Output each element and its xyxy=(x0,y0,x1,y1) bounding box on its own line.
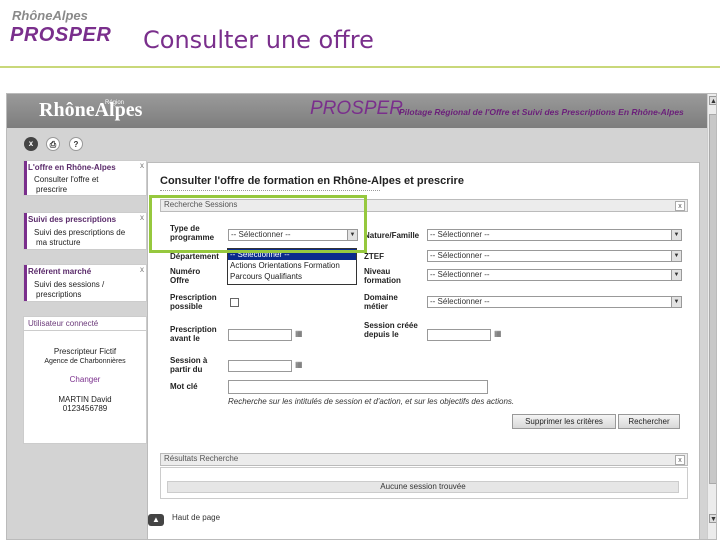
select-nature-famille-value: -- Sélectionner -- xyxy=(430,230,490,239)
sidebar-close-icon[interactable]: x xyxy=(140,213,144,222)
label-session-creee: Session créée depuis le xyxy=(364,321,418,339)
sidebar-title-market: Référent marché xyxy=(28,267,92,276)
slide-header: RhôneAlpes PROSPER Consulter une offre xyxy=(0,0,720,68)
clear-criteria-button[interactable]: Supprimer les critères xyxy=(512,414,616,429)
label-mot-cle: Mot clé xyxy=(170,382,198,391)
sidebar-close-icon[interactable]: x xyxy=(140,265,144,274)
select-nature-famille[interactable]: -- Sélectionner -- ▼ xyxy=(427,229,682,241)
sidebar-accent xyxy=(24,161,27,195)
label-nature-famille: Nature/Famille xyxy=(364,231,420,240)
search-button[interactable]: Rechercher xyxy=(618,414,680,429)
slide-logo-prosper: PROSPER xyxy=(10,24,112,46)
scroll-up-icon[interactable]: ▲ xyxy=(709,96,716,105)
user-person: MARTIN David xyxy=(58,395,112,404)
chevron-down-icon: ▼ xyxy=(671,251,681,261)
select-niveau-value: -- Sélectionner -- xyxy=(430,270,490,279)
select-ztef-value: -- Sélectionner -- xyxy=(430,251,490,260)
prescription-checkbox[interactable] xyxy=(230,298,239,307)
app-prosper-title: PROSPER xyxy=(310,98,403,119)
sidebar-title-user: Utilisateur connecté xyxy=(28,319,99,328)
app-body: x ⎙ ? L'offre en Rhône-Alpes x Consulter… xyxy=(7,128,707,539)
calendar-icon[interactable]: ▦ xyxy=(295,360,305,370)
select-ztef[interactable]: -- Sélectionner -- ▼ xyxy=(427,250,682,262)
type-programme-dropdown[interactable]: -- Sélectionner -- Actions Orientations … xyxy=(227,248,357,285)
print-icon[interactable]: ⎙ xyxy=(46,137,60,151)
dropdown-option-parcours[interactable]: Parcours Qualifiants xyxy=(230,271,302,282)
app-logo: RhôneAlpes xyxy=(39,99,143,121)
close-icon[interactable]: x xyxy=(24,137,38,151)
back-to-top-link[interactable]: Haut de page xyxy=(172,513,220,522)
calendar-icon[interactable]: ▦ xyxy=(295,329,305,339)
app-prosper-subtitle: Pilotage Régional de l'Offre et Suivi de… xyxy=(399,107,684,117)
sidebar-title-offer: L'offre en Rhône-Alpes xyxy=(28,163,116,172)
select-domaine[interactable]: -- Sélectionner -- ▼ xyxy=(427,296,682,308)
title-dotted-underline xyxy=(160,190,380,191)
search-panel-close-icon[interactable]: x xyxy=(675,201,685,211)
back-to-top-icon[interactable]: ▲ xyxy=(148,514,164,526)
session-date-input[interactable] xyxy=(228,360,292,372)
user-change-link[interactable]: Changer xyxy=(24,375,146,384)
user-phone: 0123456789 xyxy=(62,404,108,413)
sidebar-link-market-2[interactable]: prescriptions xyxy=(36,289,81,300)
chevron-down-icon: ▼ xyxy=(671,270,681,280)
sidebar-section-market: Référent marché x Suivi des sessions / p… xyxy=(23,264,147,302)
page-title: Consulter l'offre de formation en Rhône-… xyxy=(160,175,464,187)
slide-title: Consulter une offre xyxy=(143,26,374,54)
label-prescription: Prescription possible xyxy=(170,293,217,311)
highlight-annotation xyxy=(149,195,367,253)
label-ztef: ZTEF xyxy=(364,252,384,261)
chevron-down-icon: ▼ xyxy=(671,297,681,307)
sidebar-link-consult-offer-2[interactable]: prescrire xyxy=(36,184,67,195)
app-header: RhôneAlpes Région PROSPER Pilotage Régio… xyxy=(7,94,707,128)
no-session-text: Aucune session trouvée xyxy=(380,482,466,491)
session-creee-date-input[interactable] xyxy=(427,329,491,341)
user-divider xyxy=(24,330,146,331)
sidebar-accent xyxy=(24,213,27,249)
sidebar-title-prescriptions: Suivi des prescriptions xyxy=(28,215,117,224)
chevron-down-icon: ▼ xyxy=(671,230,681,240)
scroll-down-icon[interactable]: ▼ xyxy=(709,514,716,523)
label-departement: Département xyxy=(170,252,219,261)
sidebar-section-prescriptions: Suivi des prescriptions x Suivi des pres… xyxy=(23,212,147,250)
vertical-scrollbar[interactable]: ▲ ▼ xyxy=(707,94,716,539)
results-panel-title: Résultats Recherche xyxy=(164,454,239,463)
sidebar-close-icon[interactable]: x xyxy=(140,161,144,170)
label-session-partir: Session à partir du xyxy=(170,356,208,374)
select-domaine-value: -- Sélectionner -- xyxy=(430,297,490,306)
select-niveau[interactable]: -- Sélectionner -- ▼ xyxy=(427,269,682,281)
user-agency: Agence de Charbonnières xyxy=(44,358,126,365)
sidebar-section-offer: L'offre en Rhône-Alpes x Consulter l'off… xyxy=(23,160,147,196)
app-logo-region: Région xyxy=(105,100,125,106)
label-domaine: Domaine métier xyxy=(364,293,398,311)
results-panel-header: Résultats Recherche x xyxy=(160,453,688,466)
keyword-input[interactable] xyxy=(228,380,488,394)
dropdown-option-aof[interactable]: Actions Orientations Formation xyxy=(230,260,340,271)
results-panel-close-icon[interactable]: x xyxy=(675,455,685,465)
results-box: Aucune session trouvée xyxy=(160,467,688,499)
sidebar-accent xyxy=(24,265,27,301)
help-icon[interactable]: ? xyxy=(69,137,83,151)
calendar-icon[interactable]: ▦ xyxy=(494,329,504,339)
sidebar-section-user: Utilisateur connecté Prescripteur Fictif… xyxy=(23,316,147,444)
results-empty-row: Aucune session trouvée xyxy=(167,481,679,493)
label-numero-offre: Numéro Offre xyxy=(170,267,201,285)
label-niveau: Niveau formation xyxy=(364,267,401,285)
app-window: RhôneAlpes Région PROSPER Pilotage Régio… xyxy=(6,93,717,540)
label-prescription-avant: Prescription avant le xyxy=(170,325,217,343)
slide-logo-region: RhôneAlpes xyxy=(12,8,88,23)
prescription-date-input[interactable] xyxy=(228,329,292,341)
keyword-hint: Recherche sur les intitulés de session e… xyxy=(228,397,515,406)
sidebar-link-prescriptions-2[interactable]: ma structure xyxy=(36,237,80,248)
user-name: Prescripteur Fictif xyxy=(53,347,117,356)
scrollbar-thumb[interactable] xyxy=(709,114,716,484)
